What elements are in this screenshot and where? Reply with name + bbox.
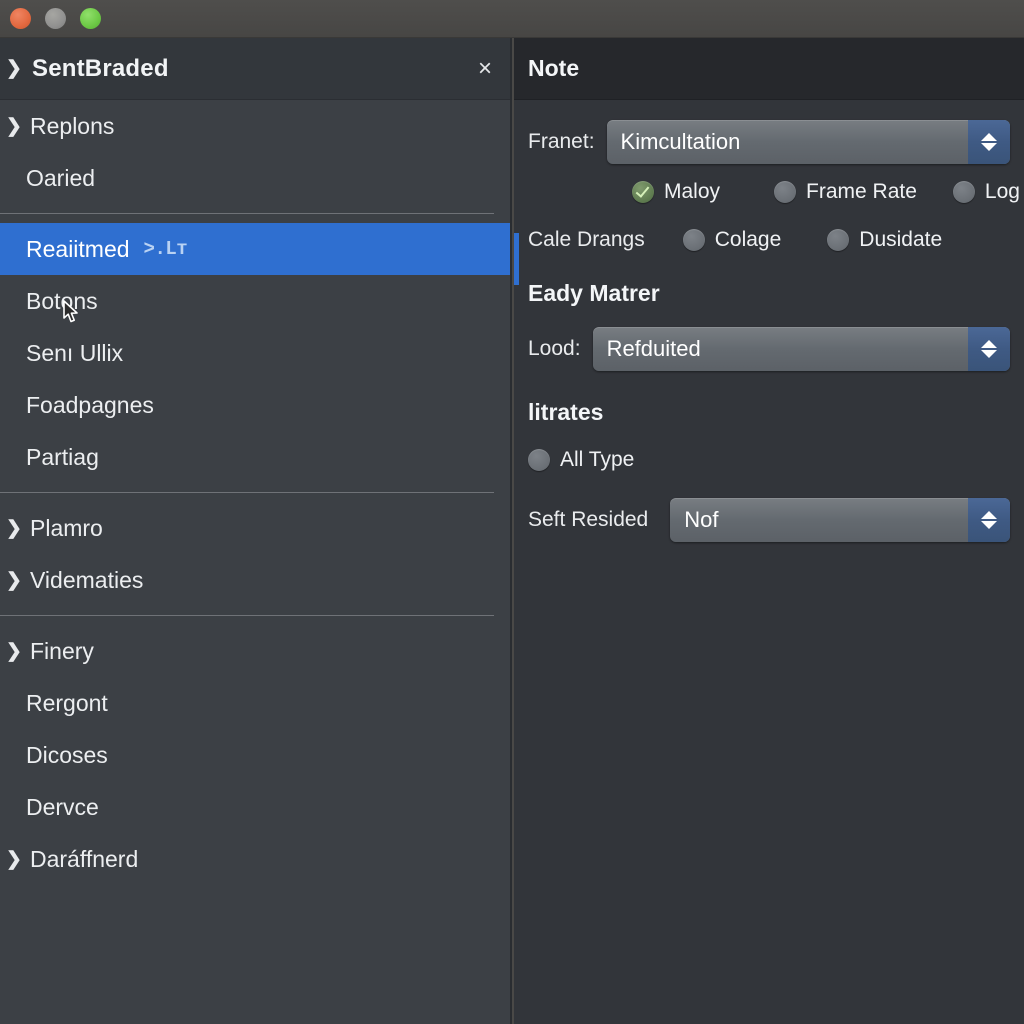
seft-resided-dropdown[interactable]: Nof bbox=[670, 498, 1010, 542]
cale-drangs-label: Cale Drangs bbox=[528, 228, 645, 251]
inspector-panel: Note Franet: Kimcultation Maloy Frame Ra… bbox=[514, 38, 1024, 1024]
chevron-right-icon: ❯ bbox=[6, 640, 22, 662]
sidebar-title-group[interactable]: ❯ SentBraded bbox=[0, 55, 169, 83]
radio-dot-icon bbox=[952, 181, 975, 203]
lood-dropdown[interactable]: Refduited bbox=[592, 327, 1010, 371]
sidebar-item-label: Vidematies bbox=[30, 566, 144, 593]
franet-dropdown[interactable]: Kimcultation bbox=[606, 120, 1010, 164]
sidebar-item-finery[interactable]: ❯ Finery bbox=[0, 625, 510, 677]
radio-label: Frame Rate bbox=[806, 180, 917, 203]
sidebar-item-label: Daráffnerd bbox=[30, 845, 139, 872]
radio-colage[interactable]: Colage bbox=[682, 228, 782, 252]
lood-field-row: Lood: Refduited bbox=[528, 327, 1010, 371]
close-window-button[interactable] bbox=[10, 8, 31, 29]
panel-body: Franet: Kimcultation Maloy Frame Rate Lo… bbox=[514, 120, 1024, 542]
sidebar-list: ❯ Replons Oaried Reaiitmed >.Lт Botons S… bbox=[0, 100, 510, 1024]
radio-frame-rate[interactable]: Frame Rate bbox=[774, 180, 917, 204]
litrates-heading: litrates bbox=[528, 399, 604, 425]
sidebar-item-dervce[interactable]: Dervce bbox=[0, 781, 510, 833]
chevron-right-icon: ❯ bbox=[6, 569, 22, 591]
radio-label: All Type bbox=[560, 448, 635, 471]
seft-resided-label: Seft Resided bbox=[528, 508, 649, 531]
lood-label: Lood: bbox=[528, 337, 581, 360]
sidebar-item-label: Partiag bbox=[26, 443, 99, 470]
radio-label: Log bbox=[984, 180, 1020, 203]
mode-radio-group: Maloy Frame Rate Log bbox=[528, 180, 1020, 204]
sidebar-item-rergont[interactable]: Rergont bbox=[0, 677, 510, 729]
sidebar-item-plamro[interactable]: ❯ Plamro bbox=[0, 502, 510, 554]
franet-value: Kimcultation bbox=[620, 129, 741, 154]
radio-label: Maloy bbox=[664, 180, 721, 203]
chevron-up-icon bbox=[981, 340, 997, 348]
sidebar-item-label: Dervce bbox=[26, 793, 99, 820]
all-type-row: All Type bbox=[528, 448, 1010, 472]
radio-all-type[interactable]: All Type bbox=[528, 448, 634, 472]
franet-field-row: Franet: Kimcultation bbox=[528, 120, 1010, 164]
sidebar-divider bbox=[0, 492, 494, 493]
sidebar-item-dicoses[interactable]: Dicoses bbox=[0, 729, 510, 781]
stepper-icon[interactable] bbox=[968, 120, 1010, 164]
chevron-right-icon: ❯ bbox=[6, 848, 22, 870]
sidebar-item-oaried[interactable]: Oaried bbox=[0, 152, 510, 204]
app-window: ❯ SentBraded × ❯ Replons Oaried Reaiitme… bbox=[0, 0, 1024, 1024]
sidebar-header: ❯ SentBraded × bbox=[0, 38, 510, 100]
stepper-icon[interactable] bbox=[968, 327, 1010, 371]
sidebar-item-foadpagnes[interactable]: Foadpagnes bbox=[0, 379, 510, 431]
window-titlebar bbox=[0, 0, 1024, 38]
sidebar-item-label: Rergont bbox=[26, 689, 108, 716]
sidebar-item-label: Senı Ullix bbox=[26, 339, 124, 366]
chevron-down-icon bbox=[981, 143, 997, 151]
eady-matrer-heading: Eady Matrer bbox=[528, 280, 660, 306]
close-icon[interactable]: × bbox=[478, 56, 492, 81]
sidebar-item-label: Botons bbox=[26, 287, 98, 314]
sidebar-item-shortcut-badge: >.Lт bbox=[143, 238, 188, 260]
sidebar-divider bbox=[0, 615, 494, 616]
sidebar-item-daraffnerd[interactable]: ❯ Daráffnerd bbox=[0, 833, 510, 885]
sidebar-item-label: Dicoses bbox=[26, 741, 108, 768]
chevron-down-icon bbox=[981, 350, 997, 358]
stepper-icon[interactable] bbox=[968, 498, 1010, 542]
chevron-up-icon bbox=[981, 133, 997, 141]
sidebar-divider bbox=[0, 213, 494, 214]
radio-dot-icon bbox=[632, 181, 654, 203]
radio-dot-icon bbox=[827, 229, 850, 251]
traffic-lights bbox=[10, 8, 101, 29]
radio-label: Colage bbox=[714, 228, 782, 251]
radio-dot-icon bbox=[682, 229, 705, 251]
radio-dot-icon bbox=[774, 181, 797, 203]
seft-resided-value: Nof bbox=[684, 507, 719, 532]
radio-label: Dusidate bbox=[859, 228, 943, 251]
sidebar-item-label: Foadpagnes bbox=[26, 391, 154, 418]
sidebar-item-reaiitmed[interactable]: Reaiitmed >.Lт bbox=[0, 223, 510, 275]
chevron-right-icon: ❯ bbox=[6, 517, 22, 539]
cale-drangs-row: Cale Drangs Colage Dusidate bbox=[528, 228, 1010, 252]
sidebar-item-label: Reaiitmed bbox=[26, 235, 130, 262]
sidebar-item-label: Oaried bbox=[26, 164, 96, 191]
chevron-right-icon: ❯ bbox=[6, 115, 22, 137]
sidebar-item-sent-ullix[interactable]: Senı Ullix bbox=[0, 327, 510, 379]
chevron-up-icon bbox=[981, 511, 997, 519]
zoom-window-button[interactable] bbox=[80, 8, 101, 29]
radio-maloy[interactable]: Maloy bbox=[632, 180, 720, 204]
chevron-down-icon bbox=[981, 521, 997, 529]
sidebar: ❯ SentBraded × ❯ Replons Oaried Reaiitme… bbox=[0, 38, 512, 1024]
sidebar-title: SentBraded bbox=[32, 54, 169, 82]
radio-log[interactable]: Log bbox=[952, 180, 1020, 204]
sidebar-item-label: Replons bbox=[30, 112, 115, 139]
minimize-window-button[interactable] bbox=[45, 8, 66, 29]
sidebar-item-vidematies[interactable]: ❯ Vidematies bbox=[0, 554, 510, 606]
sidebar-item-label: Finery bbox=[30, 637, 94, 664]
sidebar-item-botons[interactable]: Botons bbox=[0, 275, 510, 327]
franet-label: Franet: bbox=[528, 130, 595, 153]
sidebar-item-partiag[interactable]: Partiag bbox=[0, 431, 510, 483]
panel-title: Note bbox=[528, 55, 580, 81]
sidebar-item-replons[interactable]: ❯ Replons bbox=[0, 100, 510, 152]
seft-resided-row: Seft Resided Nof bbox=[528, 498, 1010, 542]
radio-dot-icon bbox=[528, 449, 550, 471]
panel-header: Note bbox=[514, 38, 1024, 100]
lood-value: Refduited bbox=[606, 336, 701, 361]
chevron-right-icon: ❯ bbox=[6, 58, 22, 79]
radio-dusidate[interactable]: Dusidate bbox=[827, 228, 942, 252]
sidebar-item-label: Plamro bbox=[30, 514, 103, 541]
